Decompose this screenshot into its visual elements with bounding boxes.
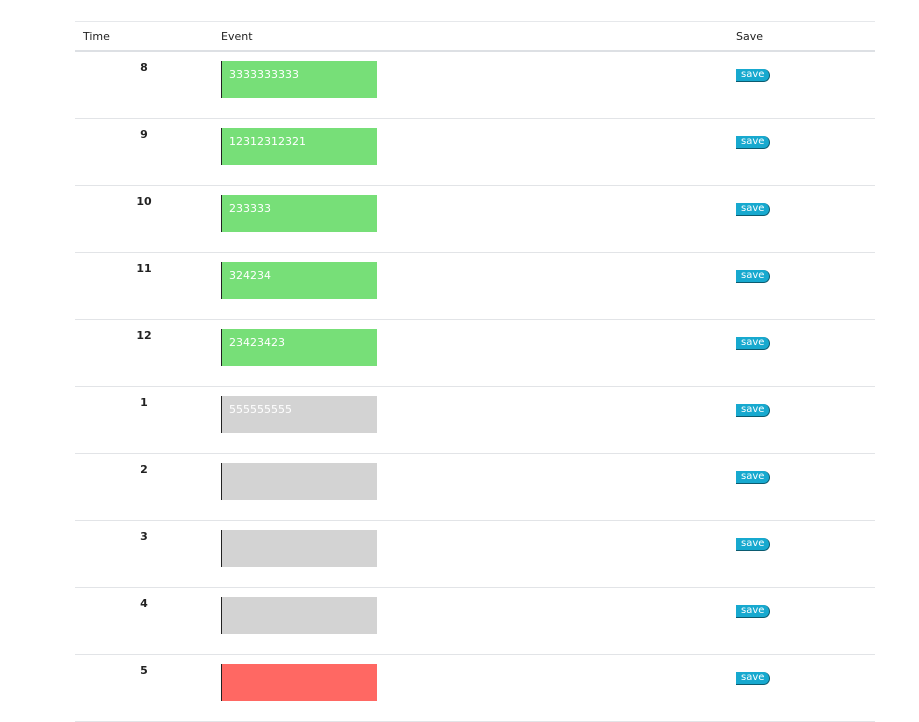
event-input[interactable]: 233333: [221, 195, 377, 232]
time-cell: 1: [75, 386, 213, 454]
table-row: 4 save: [75, 587, 875, 655]
header-time: Time: [75, 21, 213, 52]
event-input[interactable]: 324234: [221, 262, 377, 299]
header-event: Event: [213, 21, 728, 52]
time-cell: 5: [75, 654, 213, 722]
time-cell: 12: [75, 319, 213, 387]
save-button[interactable]: save: [736, 538, 771, 551]
event-input[interactable]: 23423423: [221, 329, 377, 366]
header-row: Time Event Save: [75, 21, 875, 52]
save-button[interactable]: save: [736, 471, 771, 484]
save-button[interactable]: save: [736, 136, 771, 149]
table-row: 8 3333333333 save: [75, 51, 875, 119]
event-input[interactable]: [221, 597, 377, 634]
save-button[interactable]: save: [736, 203, 771, 216]
time-cell: 9: [75, 118, 213, 186]
event-input[interactable]: [221, 530, 377, 567]
event-input[interactable]: 12312312321: [221, 128, 377, 165]
save-button[interactable]: save: [736, 404, 771, 417]
save-button[interactable]: save: [736, 270, 771, 283]
event-input[interactable]: [221, 664, 377, 701]
save-button[interactable]: save: [736, 672, 771, 685]
save-button[interactable]: save: [736, 337, 771, 350]
table-row: 1 555555555 save: [75, 386, 875, 454]
time-cell: 3: [75, 520, 213, 588]
table-row: 9 12312312321 save: [75, 118, 875, 186]
save-button[interactable]: save: [736, 605, 771, 618]
table-row: 2 save: [75, 453, 875, 521]
table-row: 12 23423423 save: [75, 319, 875, 387]
table-row: 10 233333 save: [75, 185, 875, 253]
time-cell: 11: [75, 252, 213, 320]
time-cell: 8: [75, 51, 213, 119]
table-row: 5 save: [75, 654, 875, 722]
event-input[interactable]: 555555555: [221, 396, 377, 433]
save-button[interactable]: save: [736, 69, 771, 82]
time-cell: 2: [75, 453, 213, 521]
event-input[interactable]: 3333333333: [221, 61, 377, 98]
time-cell: 4: [75, 587, 213, 655]
table-row: 3 save: [75, 520, 875, 588]
event-input[interactable]: [221, 463, 377, 500]
schedule-table: Time Event Save 8 3333333333 save 9 12312…: [75, 21, 875, 722]
header-save: Save: [728, 21, 875, 52]
time-cell: 10: [75, 185, 213, 253]
table-row: 11 324234 save: [75, 252, 875, 320]
